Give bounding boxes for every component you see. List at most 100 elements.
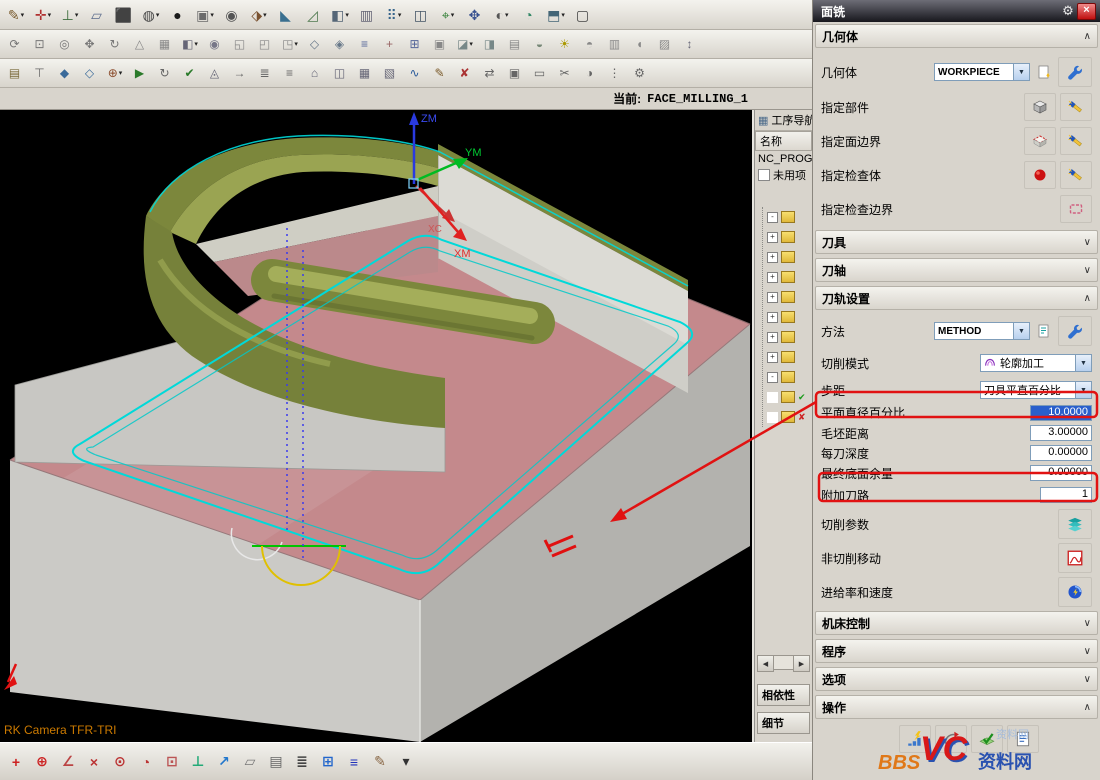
dialog-close-button[interactable]: × xyxy=(1077,2,1096,20)
perspective-icon[interactable]: △ xyxy=(128,32,152,56)
non-cutting-moves-button[interactable] xyxy=(1058,543,1092,573)
pattern-feature-icon[interactable]: ⠿ ▾ xyxy=(381,2,407,28)
pan-icon[interactable]: ✥ xyxy=(78,32,102,56)
post-process-icon[interactable]: → xyxy=(228,61,252,85)
tree-expander-icon[interactable]: + xyxy=(767,291,778,303)
tree-expander-icon[interactable]: + xyxy=(767,331,778,343)
scroll-left-button[interactable]: ◀ xyxy=(757,655,774,672)
edit-method-button[interactable] xyxy=(1058,316,1092,346)
edit-geometry-button[interactable] xyxy=(1058,57,1092,87)
list-toolpath-button[interactable] xyxy=(1007,725,1039,753)
highlight-check-body-button[interactable] xyxy=(1060,161,1092,189)
object-display-icon[interactable]: ◑ xyxy=(578,61,602,85)
geometry-select[interactable]: WORKPIECE ▼ xyxy=(934,63,1030,81)
navigator-tree-row[interactable]: + xyxy=(767,327,812,347)
create-tool-icon[interactable]: ⊤ xyxy=(28,61,52,85)
light-icon[interactable]: ☀ xyxy=(553,32,577,56)
existing-point-icon[interactable]: ⊕ xyxy=(30,750,54,774)
section-path-settings-header[interactable]: 刀轨设置 ∧ xyxy=(815,286,1098,310)
preferences-icon[interactable]: ⚙ xyxy=(628,61,652,85)
highlight-face-boundary-button[interactable] xyxy=(1060,127,1092,155)
graphics-viewport[interactable]: ZM YM XC XM RK Camera TFR-TRI xyxy=(0,110,752,742)
move-object-icon[interactable]: ✥ xyxy=(462,2,488,28)
cutting-parameters-button[interactable] xyxy=(1058,509,1092,539)
select-check-body-button[interactable] xyxy=(1024,161,1056,189)
shaded-icon[interactable]: ◧ ▾ xyxy=(178,32,202,56)
tree-expander-icon[interactable]: - xyxy=(767,371,778,383)
select-part-button[interactable] xyxy=(1024,93,1056,121)
dialog-options-gear-icon[interactable]: ⚙ xyxy=(1059,3,1077,19)
tree-expander-icon[interactable]: - xyxy=(767,211,778,223)
tree-expander-icon[interactable]: + xyxy=(767,351,778,363)
csys-dialog-icon[interactable]: ⊥ xyxy=(186,750,210,774)
shadow-icon[interactable]: ◓ xyxy=(578,32,602,56)
tree-expander-icon[interactable]: + xyxy=(767,251,778,263)
snapshot-icon[interactable]: ▣ xyxy=(428,32,452,56)
navigator-tree-row[interactable]: - xyxy=(767,367,812,387)
cut-pattern-select[interactable]: 轮廓加工 ▼ xyxy=(980,354,1092,372)
navigator-tree-row[interactable]: + xyxy=(767,287,812,307)
datum-plane-icon[interactable]: ▱ xyxy=(84,2,110,28)
sheet-icon[interactable]: ▤ xyxy=(264,750,288,774)
navigator-tree-row[interactable]: + xyxy=(767,307,812,327)
section-view-icon[interactable]: ◪ ▾ xyxy=(453,32,477,56)
point-dialog-icon[interactable]: + xyxy=(4,750,28,774)
verify-toolpath-icon[interactable]: ✔ xyxy=(178,61,202,85)
point-on-face-icon[interactable]: ⊡ xyxy=(160,750,184,774)
material-icon[interactable]: ◒ xyxy=(528,32,552,56)
layer-settings-icon[interactable]: ≡ xyxy=(353,32,377,56)
block-icon[interactable]: ▣ ▾ xyxy=(192,2,218,28)
section-program-header[interactable]: 程序 ∨ xyxy=(815,639,1098,663)
tree-expander-icon[interactable]: + xyxy=(767,271,778,283)
navigator-tree-row[interactable]: + xyxy=(767,227,812,247)
verify-toolpath-button[interactable] xyxy=(971,725,1003,753)
section-options-header[interactable]: 选项 ∨ xyxy=(815,667,1098,691)
layer-icon[interactable]: ≡ xyxy=(342,750,366,774)
delete-path-icon[interactable]: ✘ xyxy=(453,61,477,85)
method-select[interactable]: METHOD ▼ xyxy=(934,322,1030,340)
percent-flat-diameter-input[interactable]: 10.0000 xyxy=(1030,404,1092,421)
depth-per-cut-input[interactable]: 0.00000 xyxy=(1030,445,1092,461)
navigator-tree-row[interactable]: + xyxy=(767,267,812,287)
machine-view-icon[interactable]: ⌂ xyxy=(303,61,327,85)
scroll-right-button[interactable]: ▶ xyxy=(793,655,810,672)
generate-toolpath-button[interactable] xyxy=(899,725,931,753)
feeds-and-speeds-button[interactable] xyxy=(1058,577,1092,607)
section-geometry-header[interactable]: 几何体 ∧ xyxy=(815,24,1098,48)
clip-icon[interactable]: ◨ xyxy=(478,32,502,56)
navigator-hscrollbar[interactable]: ◀ ▶ xyxy=(757,655,810,672)
intersection-point-icon[interactable]: × xyxy=(82,750,106,774)
create-operation-icon[interactable]: ⊕ ▾ xyxy=(103,61,127,85)
show-hide-icon[interactable]: ◐ ▾ xyxy=(489,2,515,28)
revolve-icon[interactable]: ◍ ▾ xyxy=(138,2,164,28)
tree-expander-icon[interactable] xyxy=(767,391,778,403)
direct-sketch-icon[interactable]: ✎ ▾ xyxy=(3,2,29,28)
navigator-unused-node[interactable]: 未用项 xyxy=(755,167,812,183)
wcs-display-icon[interactable]: + xyxy=(378,32,402,56)
navigator-tree-row[interactable]: ✔ xyxy=(767,387,812,407)
batch-icon[interactable]: ⋮ xyxy=(603,61,627,85)
arc-center-icon[interactable]: ⊙ xyxy=(108,750,132,774)
navigator-tree-row[interactable]: + xyxy=(767,247,812,267)
stepover-select[interactable]: 刀具平直百分比 ▼ xyxy=(980,381,1092,399)
hole-icon[interactable]: ◉ xyxy=(219,2,245,28)
blank-distance-input[interactable]: 3.00000 xyxy=(1030,425,1092,441)
antialias-icon[interactable]: ▨ xyxy=(653,32,677,56)
navigator-tree-row[interactable]: - xyxy=(767,207,812,227)
top-view-icon[interactable]: ◰ xyxy=(253,32,277,56)
new-geometry-button[interactable] xyxy=(1034,62,1054,82)
navigator-root-node[interactable]: NC_PROG xyxy=(755,151,812,167)
end-point-icon[interactable]: ∠ xyxy=(56,750,80,774)
create-program-icon[interactable]: ▤ xyxy=(3,61,27,85)
replay-toolpath-icon[interactable]: ↻ xyxy=(153,61,177,85)
additional-passes-input[interactable]: 1 xyxy=(1040,487,1092,503)
highlight-part-button[interactable] xyxy=(1060,93,1092,121)
extrude-icon[interactable]: ⬛ xyxy=(111,2,137,28)
more-tools-icon[interactable]: ▾ xyxy=(394,750,418,774)
copy-icon[interactable]: ▣ xyxy=(503,61,527,85)
studio-icon[interactable]: ◉ xyxy=(203,32,227,56)
replay-toolpath-button[interactable] xyxy=(935,725,967,753)
transform-icon[interactable]: ⇄ xyxy=(478,61,502,85)
viewport-3d-scene[interactable]: ZM YM XC XM RK Camera TFR-TRI xyxy=(0,110,752,742)
plane-dialog-icon[interactable]: ▱ xyxy=(238,750,262,774)
